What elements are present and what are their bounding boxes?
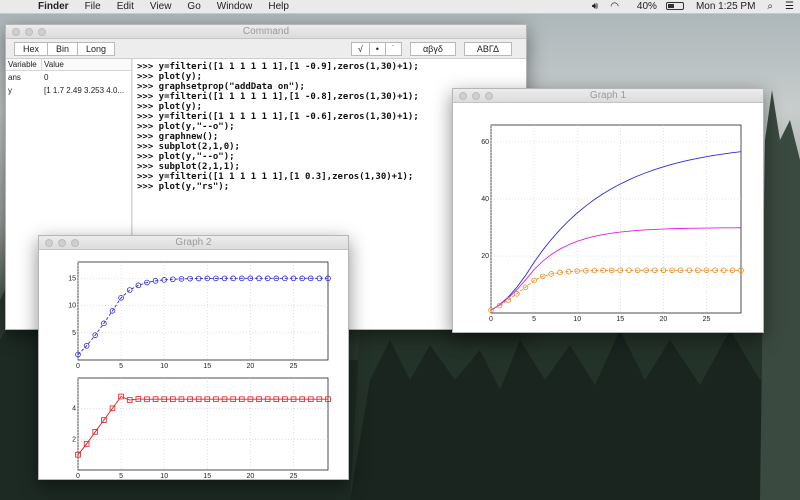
prime-button[interactable]: ˙ bbox=[385, 41, 402, 56]
spotlight-search-icon[interactable]: ⌕ bbox=[761, 1, 779, 12]
y-tick-label: 15 bbox=[68, 275, 76, 282]
value-column-header[interactable]: Value bbox=[42, 59, 131, 70]
console-line: >>> y=filteri([1 1 1 1 1 1],[1 -0.9],zer… bbox=[137, 62, 419, 72]
x-tick-label: 5 bbox=[532, 316, 536, 323]
close-button[interactable] bbox=[12, 28, 20, 36]
x-tick-label: 15 bbox=[203, 363, 211, 370]
variable-row[interactable]: ans 0 bbox=[6, 71, 131, 84]
x-tick-label: 25 bbox=[703, 316, 711, 323]
greek-lower-button[interactable]: αβγδ bbox=[409, 41, 456, 56]
x-tick-label: 25 bbox=[290, 363, 298, 370]
battery-indicator[interactable]: 40% bbox=[625, 1, 690, 12]
graph2-chart[interactable]: 0 5 10 15 20 25 5 10 15 0 5 10 15 20 25 2 4 bbox=[39, 250, 349, 480]
menu-help[interactable]: Help bbox=[260, 1, 297, 12]
x-tick-label: 5 bbox=[119, 473, 123, 480]
variable-name: y bbox=[8, 86, 12, 95]
command-titlebar[interactable]: Command bbox=[6, 25, 526, 39]
variable-value: 0 bbox=[44, 73, 49, 82]
x-tick-label: 5 bbox=[119, 363, 123, 370]
sqrt-button[interactable]: √ bbox=[350, 41, 370, 56]
x-tick-label: 20 bbox=[247, 363, 255, 370]
y-tick-label: 20 bbox=[481, 253, 489, 260]
graph2-window: Graph 2 0 5 10 15 20 25 5 10 15 0 5 10 15 20 25 2 4 bbox=[38, 235, 349, 480]
zoom-button[interactable] bbox=[38, 28, 46, 36]
x-tick-label: 25 bbox=[290, 473, 298, 480]
y-tick-label: 40 bbox=[481, 196, 489, 203]
plot-frame bbox=[77, 261, 329, 361]
x-tick-label: 10 bbox=[573, 316, 581, 323]
menu-window[interactable]: Window bbox=[209, 1, 261, 12]
graph2-titlebar[interactable]: Graph 2 bbox=[39, 236, 348, 250]
close-button[interactable] bbox=[459, 92, 467, 100]
menu-app-finder[interactable]: Finder bbox=[30, 1, 77, 12]
graph1-titlebar[interactable]: Graph 1 bbox=[453, 89, 763, 103]
variable-value: [1 1.7 2.49 3.253 4.0... bbox=[44, 86, 125, 95]
zoom-button[interactable] bbox=[71, 239, 79, 247]
minimize-button[interactable] bbox=[472, 92, 480, 100]
graph2-window-title: Graph 2 bbox=[175, 237, 212, 248]
plot-frame bbox=[77, 377, 329, 471]
variable-name: ans bbox=[8, 73, 21, 82]
y-tick-label: 60 bbox=[481, 139, 489, 146]
wifi-icon[interactable]: ◠ bbox=[604, 1, 625, 12]
x-tick-label: 20 bbox=[247, 473, 255, 480]
x-tick-label: 10 bbox=[160, 363, 168, 370]
x-tick-label: 20 bbox=[660, 316, 668, 323]
zoom-button[interactable] bbox=[485, 92, 493, 100]
graph1-window-title: Graph 1 bbox=[589, 90, 627, 101]
menu-bar: Finder File Edit View Go Window Help 🔊︎ … bbox=[0, 0, 800, 14]
y-tick-label: 10 bbox=[68, 303, 76, 310]
menu-file[interactable]: File bbox=[77, 1, 109, 12]
battery-percent: 40% bbox=[636, 1, 657, 12]
x-tick-label: 0 bbox=[76, 363, 80, 370]
variable-column-header[interactable]: Variable bbox=[6, 59, 42, 70]
menu-go[interactable]: Go bbox=[179, 1, 208, 12]
x-tick-label: 15 bbox=[616, 316, 624, 323]
minimize-button[interactable] bbox=[25, 28, 33, 36]
graph1-chart[interactable]: 0 5 10 15 20 25 20 40 60 bbox=[453, 103, 764, 333]
volume-icon[interactable]: 🔊︎ bbox=[586, 1, 604, 12]
menu-view[interactable]: View bbox=[142, 1, 180, 12]
notification-center-icon[interactable]: ☰ bbox=[779, 1, 800, 12]
command-toolbar: Hex Bin Long √ • ˙ αβγδ ΑΒΓΔ bbox=[6, 39, 526, 59]
x-tick-label: 10 bbox=[160, 473, 168, 480]
x-tick-label: 0 bbox=[489, 316, 493, 323]
variable-row[interactable]: y [1 1.7 2.49 3.253 4.0... bbox=[6, 84, 131, 97]
dot-button[interactable]: • bbox=[369, 41, 386, 56]
minimize-button[interactable] bbox=[58, 239, 66, 247]
hex-button[interactable]: Hex bbox=[14, 41, 49, 56]
y-tick-label: 2 bbox=[72, 436, 76, 443]
y-tick-label: 5 bbox=[72, 330, 76, 337]
y-tick-label: 4 bbox=[72, 406, 76, 413]
command-window-title: Command bbox=[242, 26, 290, 37]
battery-icon bbox=[665, 2, 684, 11]
long-button[interactable]: Long bbox=[78, 41, 116, 56]
close-button[interactable] bbox=[45, 239, 53, 247]
bin-button[interactable]: Bin bbox=[48, 41, 79, 56]
console-line: >>> plot(y); bbox=[137, 72, 203, 82]
x-tick-label: 15 bbox=[203, 473, 211, 480]
menu-edit[interactable]: Edit bbox=[109, 1, 142, 12]
graph1-window: Graph 1 0 5 10 15 20 25 20 40 60 bbox=[452, 88, 764, 333]
clock[interactable]: Mon 1:25 PM bbox=[690, 1, 761, 12]
greek-upper-button[interactable]: ΑΒΓΔ bbox=[463, 41, 512, 56]
x-tick-label: 0 bbox=[76, 473, 80, 480]
